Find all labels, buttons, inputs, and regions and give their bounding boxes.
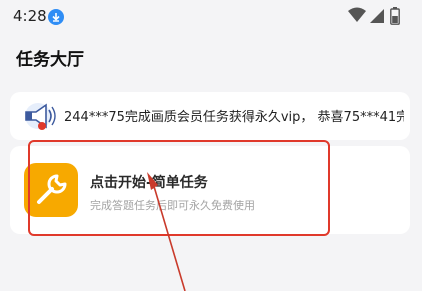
annotation-arrow	[147, 172, 186, 291]
